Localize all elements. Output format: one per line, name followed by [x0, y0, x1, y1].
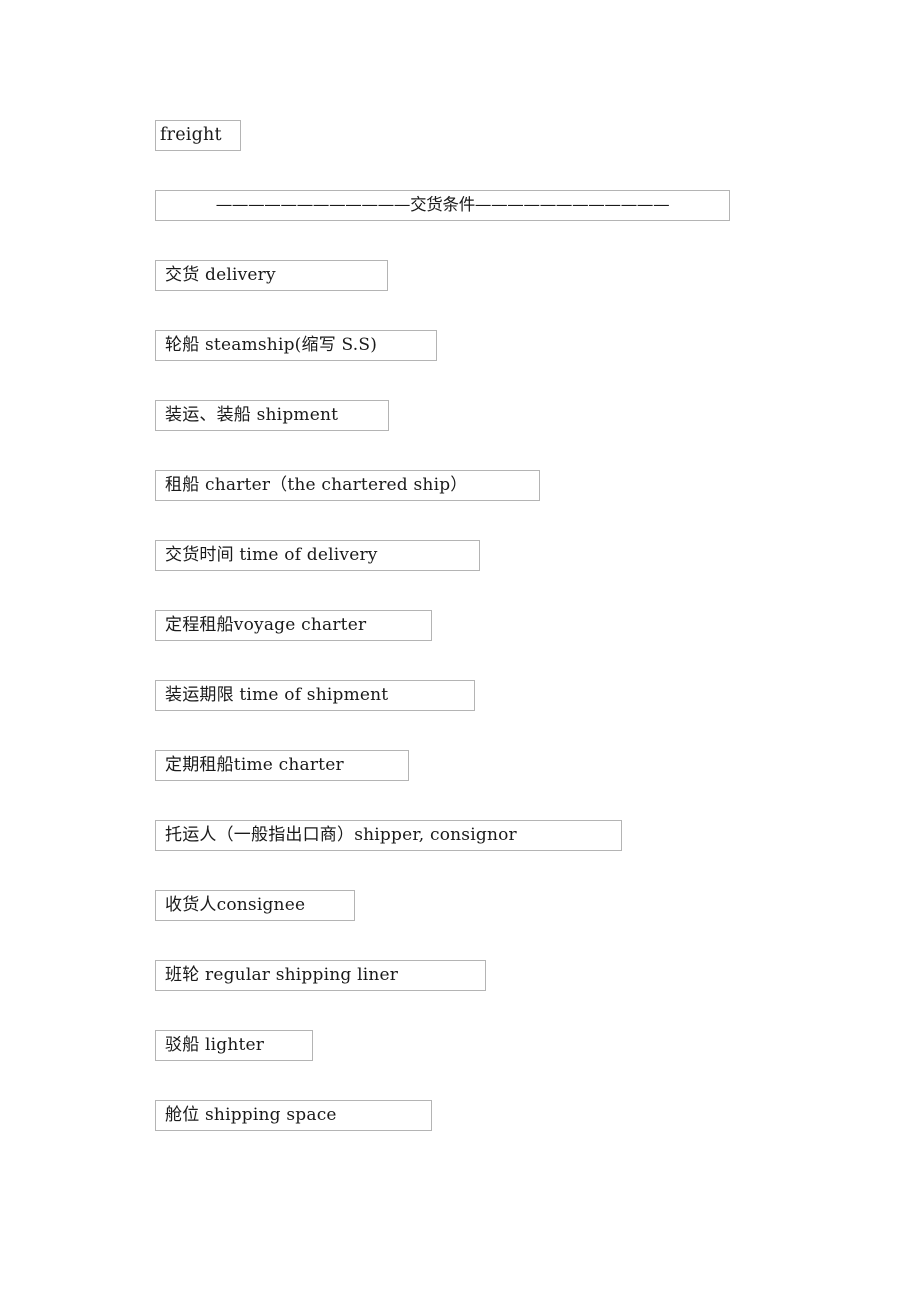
glossary-entry-1: 轮船 steamship(缩写 S.S) [155, 330, 437, 361]
glossary-entry-6: 装运期限 time of shipment [155, 680, 475, 711]
glossary-entry-10: 班轮 regular shipping liner [155, 960, 486, 991]
section-separator-delivery-terms: ————————————交货条件———————————— [155, 190, 730, 221]
glossary-entry-2: 装运、装船 shipment [155, 400, 389, 431]
glossary-entry-9: 收货人consignee [155, 890, 355, 921]
glossary-entry-8: 托运人（一般指出口商）shipper, consignor [155, 820, 622, 851]
glossary-entry-12: 舱位 shipping space [155, 1100, 432, 1131]
glossary-entry-3: 租船 charter（the chartered ship） [155, 470, 540, 501]
glossary-entry-7: 定期租船time charter [155, 750, 409, 781]
glossary-entry-4: 交货时间 time of delivery [155, 540, 480, 571]
glossary-entry-0: 交货 delivery [155, 260, 388, 291]
document-page: freight ————————————交货条件———————————— 交货 … [0, 0, 920, 1302]
glossary-entry-11: 驳船 lighter [155, 1030, 313, 1061]
glossary-entry-5: 定程租船voyage charter [155, 610, 432, 641]
glossary-entry-freight: freight [155, 120, 241, 151]
